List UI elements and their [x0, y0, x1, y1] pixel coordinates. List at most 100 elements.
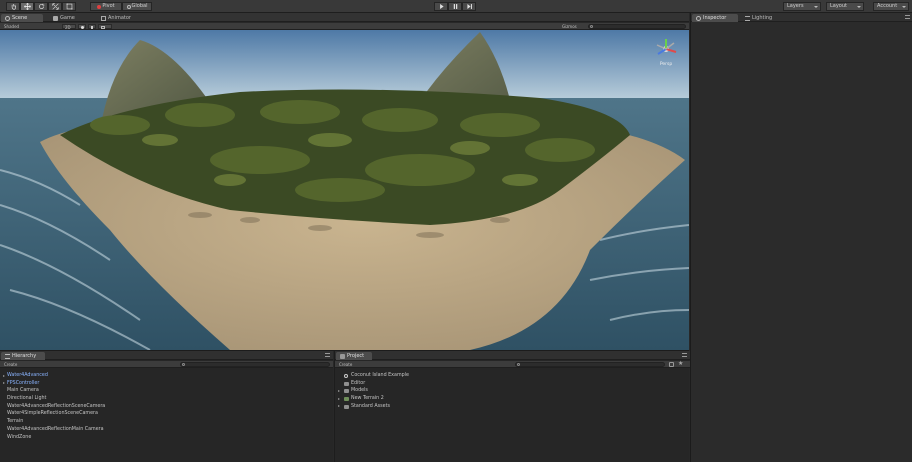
panel-menu-icon[interactable]: [325, 353, 330, 357]
project-item[interactable]: Editor: [335, 380, 690, 388]
tab-hierarchy[interactable]: Hierarchy: [1, 352, 45, 360]
animator-icon: [101, 15, 106, 21]
hierarchy-search-input[interactable]: [180, 362, 330, 367]
tab-game[interactable]: Game: [49, 14, 79, 22]
hierarchy-item-label: Water4AdvancedReflectionSceneCamera: [7, 403, 106, 409]
hierarchy-item[interactable]: Water4Advanced: [0, 372, 333, 380]
chevron-right-icon[interactable]: [338, 405, 340, 408]
pivot-global-group: Pivot Global: [90, 2, 152, 11]
panel-menu-icon[interactable]: [905, 15, 910, 19]
hierarchy-item-label: Directional Light: [7, 396, 47, 402]
tab-project-label: Project: [347, 353, 365, 359]
project-item-label: Coconut Island Example: [351, 373, 409, 378]
transform-tools: [6, 2, 76, 11]
scene-toolbar: Shaded 2D Gizmos: [0, 23, 689, 30]
hierarchy-item[interactable]: Water4SimpleReflectionSceneCamera: [0, 410, 333, 418]
chevron-down-icon: [814, 6, 818, 8]
play-icon: [439, 4, 444, 9]
pivot-icon: [97, 4, 102, 9]
layers-dropdown[interactable]: Layers: [783, 2, 821, 11]
project-item-label: New Terrain 2: [351, 396, 384, 402]
axis-gizmo-icon: [656, 39, 677, 55]
scene-viewport[interactable]: Persp: [0, 30, 689, 350]
project-search-input[interactable]: [515, 362, 665, 367]
2d-toggle[interactable]: 2D: [62, 24, 76, 30]
tab-animator[interactable]: Animator: [97, 14, 135, 22]
tab-project[interactable]: Project: [336, 352, 372, 360]
favorite-star-icon[interactable]: ★: [678, 361, 683, 367]
tab-game-label: Game: [60, 15, 75, 21]
info-icon: [696, 15, 701, 21]
project-item-label: Models: [351, 388, 368, 394]
folder-icon: [344, 404, 349, 409]
hand-tool-button[interactable]: [6, 2, 20, 11]
play-button[interactable]: [434, 2, 448, 11]
hierarchy-item[interactable]: Water4AdvancedReflectionMain Camera: [0, 426, 333, 434]
account-label: Account: [877, 3, 898, 9]
rect-tool-button[interactable]: [62, 2, 76, 11]
hierarchy-item[interactable]: Terrain: [0, 418, 333, 426]
image-icon: [101, 26, 105, 29]
play-controls: [434, 2, 476, 11]
scene-search-input[interactable]: [588, 24, 686, 29]
scale-tool-button[interactable]: [48, 2, 62, 11]
scene-icon: [5, 15, 10, 21]
chevron-right-icon[interactable]: [338, 389, 340, 392]
search-icon: [517, 363, 520, 366]
global-toggle[interactable]: Global: [122, 2, 152, 11]
hierarchy-item-label: FPSController: [7, 380, 40, 386]
project-item[interactable]: Coconut Island Example: [335, 372, 690, 380]
project-item[interactable]: Standard Assets: [335, 403, 690, 411]
folder-icon: [344, 389, 349, 394]
pivot-toggle[interactable]: Pivot: [90, 2, 122, 11]
project-item-label: Standard Assets: [351, 403, 390, 409]
chevron-right-icon[interactable]: [3, 382, 5, 385]
terrain-icon: [344, 397, 349, 402]
pause-icon: [453, 4, 457, 9]
scale-icon: [51, 3, 59, 10]
shading-mode-dropdown[interactable]: Shaded: [2, 24, 46, 29]
project-item[interactable]: Models: [335, 387, 690, 395]
layout-dropdown[interactable]: Layout: [826, 2, 864, 11]
hierarchy-item[interactable]: Main Camera: [0, 387, 333, 395]
search-icon: [182, 363, 185, 366]
pause-button[interactable]: [448, 2, 462, 11]
tab-scene[interactable]: Scene: [1, 14, 43, 22]
create-label: Create: [4, 362, 18, 367]
lighting-toggle[interactable]: [78, 24, 86, 29]
project-item[interactable]: New Terrain 2: [335, 395, 690, 403]
chevron-down-icon: [902, 6, 906, 8]
audio-toggle[interactable]: [88, 24, 96, 29]
tab-inspector[interactable]: Inspector: [692, 14, 738, 22]
orientation-gizmo[interactable]: Persp: [653, 38, 679, 68]
rotate-icon: [38, 3, 44, 9]
scene-tabbar: Scene Game Animator: [0, 13, 689, 22]
create-label: Create: [339, 362, 353, 367]
project-tabbar: Project: [335, 351, 690, 360]
chevron-right-icon[interactable]: [338, 397, 340, 400]
hierarchy-create-dropdown[interactable]: Create: [2, 362, 24, 367]
filter-type-icon[interactable]: [669, 362, 674, 367]
hierarchy-item-label: WindZone: [7, 434, 32, 440]
chevron-right-icon[interactable]: [3, 374, 5, 377]
effects-dropdown[interactable]: [98, 24, 112, 29]
hierarchy-item-label: Water4AdvancedReflectionMain Camera: [7, 426, 104, 432]
panel-menu-icon[interactable]: [682, 353, 687, 357]
gizmos-dropdown[interactable]: Gizmos: [560, 24, 586, 29]
pivot-label: Pivot: [102, 3, 115, 9]
move-tool-button[interactable]: [20, 2, 34, 11]
hierarchy-item[interactable]: FPSController: [0, 380, 333, 388]
project-panel: Project Create ★ Coconut Island Example E…: [334, 351, 690, 462]
step-button[interactable]: [462, 2, 476, 11]
tab-lighting[interactable]: Lighting: [741, 14, 776, 22]
project-create-dropdown[interactable]: Create: [337, 362, 359, 367]
sun-icon: [81, 26, 84, 29]
account-dropdown[interactable]: Account: [873, 2, 909, 11]
hand-icon: [11, 4, 16, 10]
tab-hierarchy-label: Hierarchy: [12, 353, 37, 359]
hierarchy-item[interactable]: WindZone: [0, 434, 333, 442]
rotate-tool-button[interactable]: [34, 2, 48, 11]
hierarchy-item[interactable]: Directional Light: [0, 395, 333, 403]
hierarchy-item[interactable]: Water4AdvancedReflectionSceneCamera: [0, 403, 333, 411]
project-toolbar: Create ★: [335, 361, 690, 368]
